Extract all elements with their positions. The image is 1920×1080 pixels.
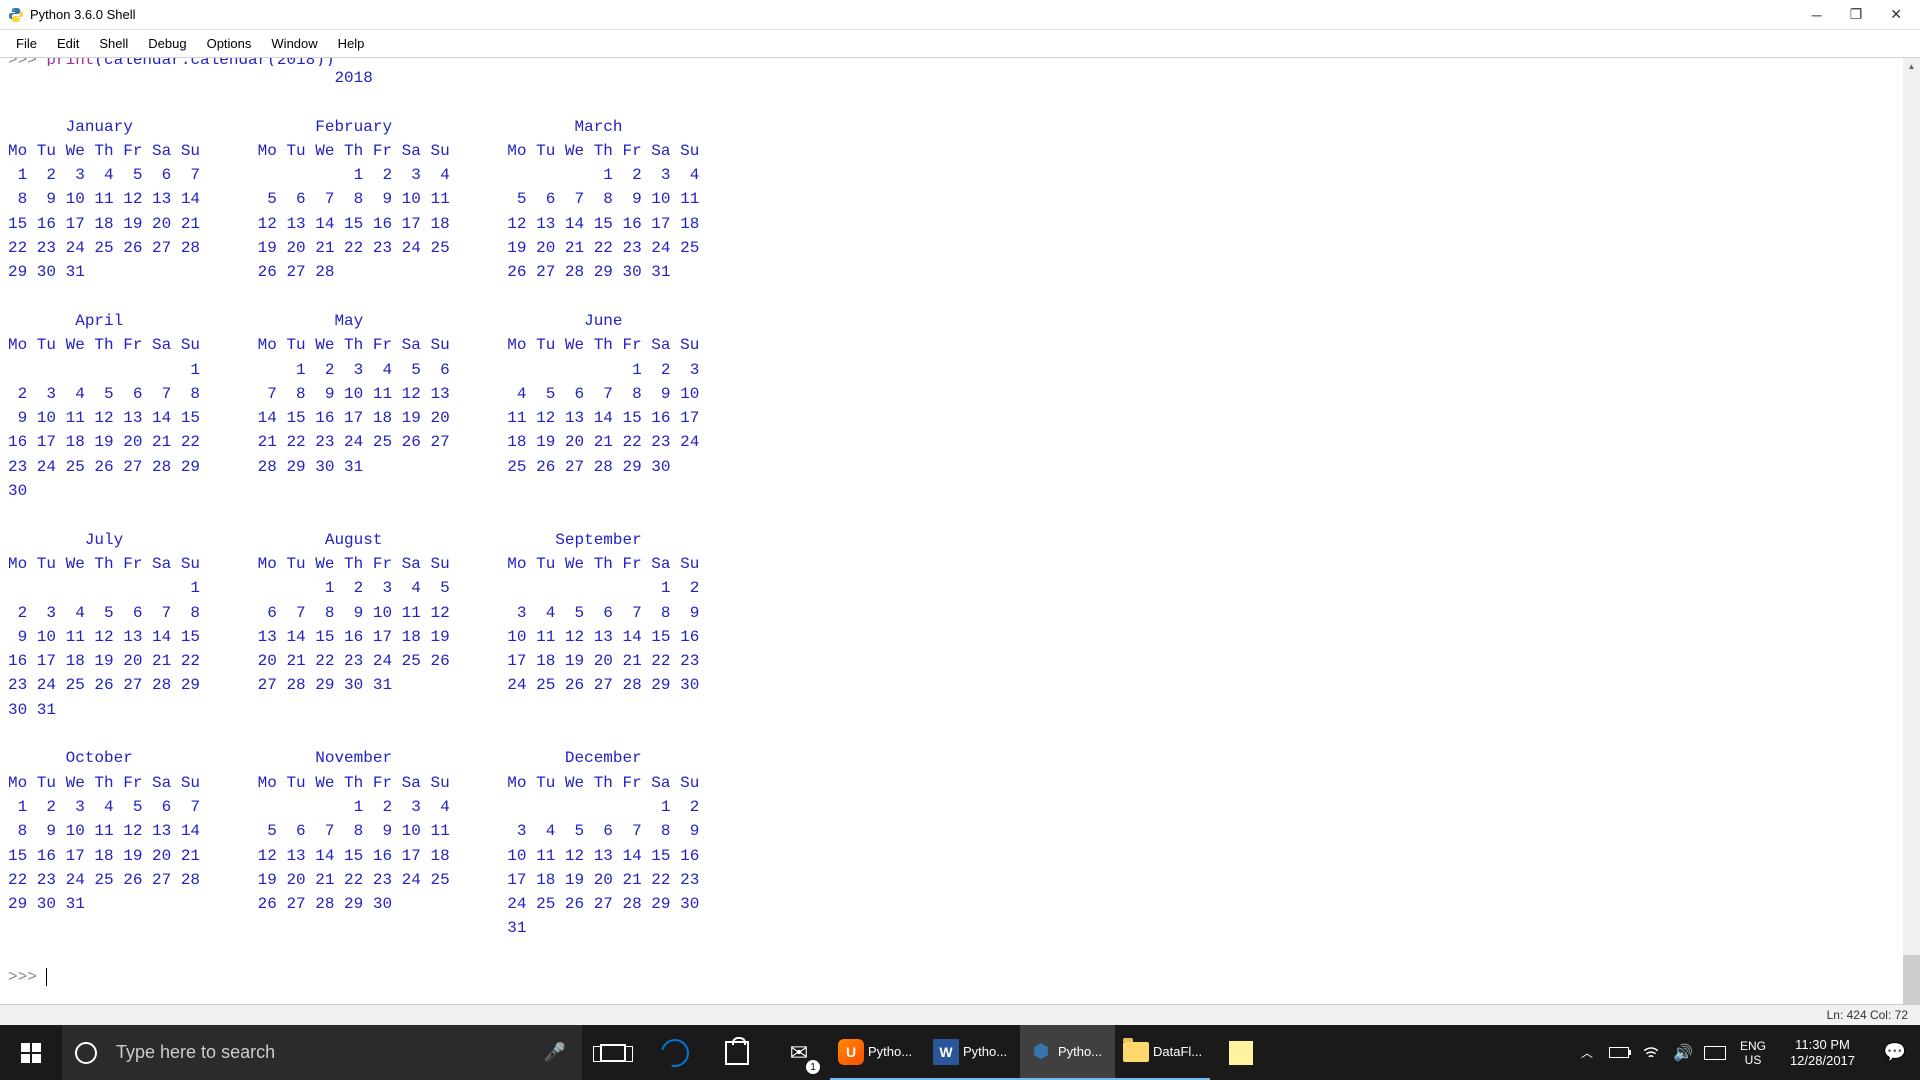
menu-window[interactable]: Window <box>261 32 327 55</box>
uc-browser-icon: U <box>838 1039 864 1065</box>
scroll-up-arrow-icon[interactable]: ▲ <box>1903 58 1920 75</box>
maximize-button[interactable]: ❐ <box>1850 6 1863 23</box>
scrollbar-thumb[interactable] <box>1903 955 1920 1005</box>
minimize-button[interactable]: ─ <box>1812 7 1822 23</box>
python-app-icon <box>8 7 24 23</box>
taskbar-app-browser[interactable]: U Pytho... <box>830 1025 925 1080</box>
mic-icon[interactable]: 🎤 <box>544 1042 566 1063</box>
tray-notifications-icon[interactable]: 💬 <box>1870 1042 1920 1063</box>
menu-help[interactable]: Help <box>328 32 375 55</box>
tray-keyboard-icon[interactable] <box>1699 1025 1731 1080</box>
task-view-button[interactable] <box>582 1025 644 1080</box>
menu-debug[interactable]: Debug <box>138 32 196 55</box>
menu-options[interactable]: Options <box>197 32 262 55</box>
close-button[interactable]: ✕ <box>1890 6 1902 23</box>
edge-icon <box>656 1033 694 1071</box>
menu-bar: File Edit Shell Debug Options Window Hel… <box>0 30 1920 58</box>
taskbar-app-word[interactable]: W Pytho... <box>925 1025 1020 1080</box>
mail-badge: 1 <box>806 1060 820 1074</box>
taskbar-search[interactable]: Type here to search 🎤 <box>62 1025 582 1080</box>
window-titlebar: Python 3.6.0 Shell ─ ❐ ✕ <box>0 0 1920 30</box>
taskbar-edge[interactable] <box>644 1025 706 1080</box>
vertical-scrollbar[interactable]: ▲ ▼ <box>1903 58 1920 1043</box>
tray-language[interactable]: ENG US <box>1731 1039 1775 1067</box>
sticky-note-icon <box>1229 1041 1253 1065</box>
system-tray: ︿ 🔊 ENG US 11:30 PM 12/28/2017 💬 <box>1571 1025 1920 1080</box>
taskbar-sticky-notes[interactable] <box>1210 1025 1272 1080</box>
taskbar-app-folder[interactable]: DataFl... <box>1115 1025 1210 1080</box>
menu-file[interactable]: File <box>6 32 47 55</box>
mail-icon: ✉ <box>790 1040 808 1066</box>
start-button[interactable] <box>0 1025 62 1080</box>
python-icon: ⬢ <box>1033 1041 1049 1062</box>
taskbar-store[interactable] <box>706 1025 768 1080</box>
status-bar: Ln: 424 Col: 72 <box>0 1004 1920 1025</box>
status-position: Ln: 424 Col: 72 <box>1827 1008 1908 1022</box>
tray-battery-icon[interactable] <box>1603 1025 1635 1080</box>
task-view-icon <box>600 1044 626 1062</box>
tray-wifi-icon[interactable] <box>1635 1025 1667 1080</box>
taskbar-app-python[interactable]: ⬢ Pytho... <box>1020 1025 1115 1080</box>
cortana-icon[interactable] <box>62 1042 110 1064</box>
word-icon: W <box>933 1039 959 1065</box>
menu-shell[interactable]: Shell <box>89 32 138 55</box>
taskbar: Type here to search 🎤 ✉1 U Pytho... W Py… <box>0 1025 1920 1080</box>
folder-icon <box>1123 1042 1149 1062</box>
search-placeholder: Type here to search <box>116 1042 275 1063</box>
shell-output[interactable]: >>> print(calendar.calendar(2018)) 2018 … <box>0 58 1920 1043</box>
window-title: Python 3.6.0 Shell <box>30 7 1812 22</box>
menu-edit[interactable]: Edit <box>47 32 89 55</box>
tray-overflow-button[interactable]: ︿ <box>1571 1025 1603 1080</box>
tray-clock[interactable]: 11:30 PM 12/28/2017 <box>1775 1037 1870 1069</box>
taskbar-mail[interactable]: ✉1 <box>768 1025 830 1080</box>
tray-volume-icon[interactable]: 🔊 <box>1667 1025 1699 1080</box>
store-icon <box>725 1041 749 1065</box>
windows-logo-icon <box>21 1043 41 1063</box>
